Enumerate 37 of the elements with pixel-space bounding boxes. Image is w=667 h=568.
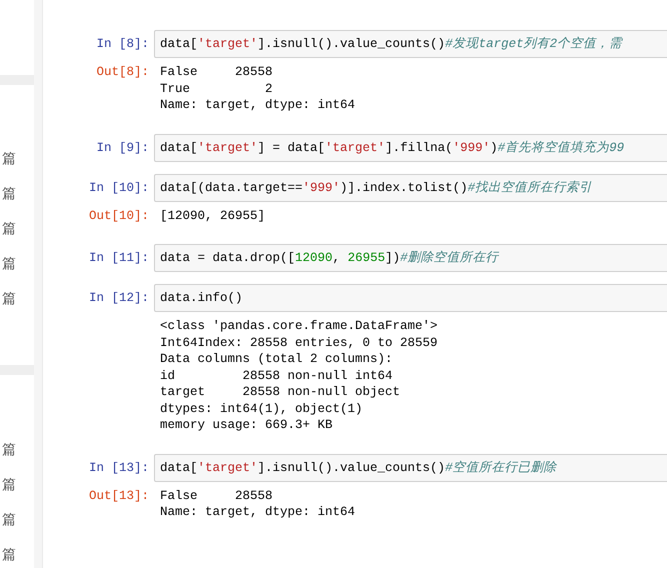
input-prompt: In [10]: bbox=[88, 180, 150, 196]
code-cell[interactable]: data = data.drop([12090, 26955])#删除空值所在行 bbox=[154, 244, 667, 272]
article-count[interactable]: 篇 bbox=[0, 219, 34, 239]
article-count[interactable]: 篇 bbox=[0, 440, 34, 460]
input-prompt: In [12]: bbox=[88, 290, 150, 306]
output-line: False 28558 bbox=[160, 488, 274, 504]
input-prompt: In [8]: bbox=[95, 36, 150, 52]
output-line: memory usage: 669.3+ KB bbox=[160, 417, 334, 434]
output-line: Int64Index: 28558 entries, 0 to 28559 bbox=[160, 334, 438, 351]
output-line: Name: target, dtype: int64 bbox=[160, 97, 356, 114]
code-cell[interactable]: data[(data.target=='999')].index.tolist()#找出空值所在行索引 bbox=[154, 174, 667, 202]
article-count[interactable]: 篇 bbox=[0, 475, 34, 495]
input-prompt: In [11]: bbox=[88, 250, 150, 266]
output-line: Name: target, dtype: int64 bbox=[160, 504, 356, 520]
output-prompt: Out[13]: bbox=[88, 488, 150, 504]
code-cell[interactable]: data['target'].isnull().value_counts()#空值所在行已删除 bbox=[154, 454, 667, 482]
code-cell[interactable]: data['target'].isnull().value_counts()#发现target列有2个空值，需 bbox=[154, 30, 667, 58]
article-count[interactable]: 篇 bbox=[0, 184, 34, 204]
output-prompt: Out[8]: bbox=[95, 64, 150, 80]
article-count[interactable]: 篇 bbox=[0, 289, 34, 309]
output-line: id 28558 non-null int64 bbox=[160, 368, 394, 384]
article-count[interactable]: 篇 bbox=[0, 254, 34, 274]
article-count[interactable]: 篇 bbox=[0, 149, 34, 169]
input-prompt: In [13]: bbox=[88, 460, 150, 476]
code-cell[interactable]: data.info() bbox=[154, 284, 667, 312]
output-line: False 28558 bbox=[160, 64, 274, 80]
output-line: dtypes: int64(1), object(1) bbox=[160, 400, 364, 417]
output-line: Data columns (total 2 columns): bbox=[160, 351, 394, 368]
output-prompt: Out[10]: bbox=[88, 208, 150, 224]
output-line: target 28558 non-null object bbox=[160, 384, 402, 400]
code-cell[interactable]: data['target'] = data['target'].fillna('999')#首先将空值填充为99 bbox=[154, 134, 667, 162]
output-line: [12090, 26955] bbox=[160, 208, 266, 224]
input-prompt: In [9]: bbox=[95, 140, 150, 156]
output-line: True 2 bbox=[160, 80, 274, 97]
article-count[interactable]: 篇 bbox=[0, 545, 34, 565]
article-count[interactable]: 篇 bbox=[0, 510, 34, 530]
output-line: <class 'pandas.core.frame.DataFrame'> bbox=[160, 318, 438, 334]
